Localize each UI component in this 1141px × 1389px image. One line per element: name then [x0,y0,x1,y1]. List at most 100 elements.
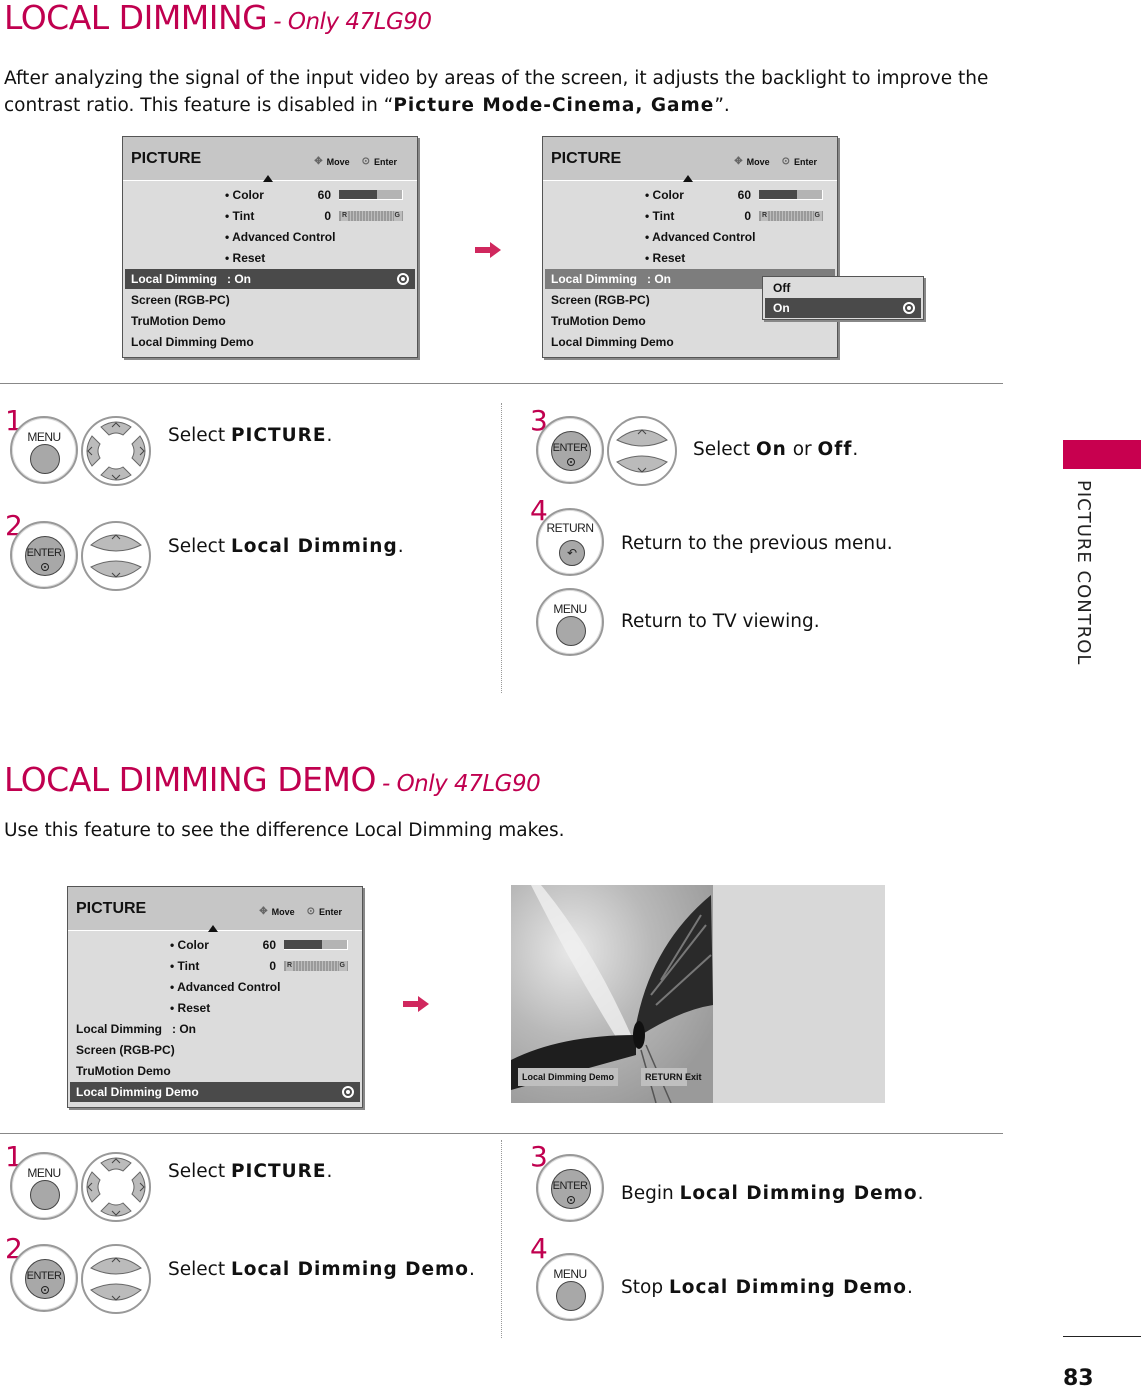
hint-move: Move [746,156,770,167]
menu-item-local-dimming-demo[interactable]: Local Dimming Demo [125,332,415,352]
enter-icon: ⊙ [306,906,315,917]
exit-label: Exit [685,1072,702,1082]
picture-menu-after: PICTURE ✥ Move ⊙ Enter • Color 60 • Tint 0 R G … [542,136,838,358]
color-level-bar[interactable] [759,190,823,200]
enter-button[interactable]: ENTER [536,416,604,484]
step-3-instruction: Select On or Off. [693,439,858,460]
button-knob [30,1180,60,1210]
menu-button[interactable]: MENU [10,1152,78,1220]
column-divider [501,1140,502,1338]
menu-item-local-dimming[interactable]: Local Dimming: On [70,1019,360,1039]
selected-radio-icon [342,1086,354,1098]
tint-balance-bar[interactable]: RG [284,961,348,971]
item-label: Screen (RGB-PC) [131,293,230,307]
menu-item-advanced-control[interactable]: • Advanced Control [70,977,360,997]
option-label: On [773,301,790,315]
step-text: . [326,425,333,446]
menu-item-tint[interactable]: • Tint 0 R G [70,956,360,976]
menu-item-trumotion-demo[interactable]: TruMotion Demo [70,1061,360,1081]
direction-pad[interactable] [81,416,151,486]
tint-value: 0 [744,209,751,223]
scroll-up-arrow-icon[interactable] [683,175,693,182]
step-bold: PICTURE [230,425,327,446]
hint-move: Move [271,906,295,917]
enter-button[interactable]: ENTER [10,1244,78,1312]
menu-button[interactable]: MENU [536,1253,604,1321]
chapter-label: PICTURE CONTROL [1073,480,1094,666]
enter-button[interactable]: ENTER [10,521,78,589]
menu-item-tint[interactable]: • Tint 0 R G [545,206,835,226]
tint-balance-bar[interactable]: RG [759,211,823,221]
menu-button[interactable]: MENU [10,416,78,484]
menu-title: PICTURE [76,900,147,917]
button-label: ENTER [26,547,62,559]
color-level-bar[interactable] [339,190,403,200]
item-value: : On [227,272,252,286]
option-off[interactable]: Off [765,278,921,298]
menu-item-screen[interactable]: Screen (RGB-PC) [125,290,415,310]
up-down-arrows-icon [616,429,668,473]
menu-item-advanced-control[interactable]: • Advanced Control [125,227,415,247]
menu-item-reset[interactable]: • Reset [545,248,835,268]
page-number: 83 [1063,1366,1094,1389]
menu-item-reset[interactable]: • Reset [70,998,360,1018]
menu-item-local-dimming-demo[interactable]: Local Dimming Demo [545,332,835,352]
item-label: • Reset [225,251,266,265]
return-key-badge[interactable]: RETURN [641,1068,687,1086]
up-down-buttons[interactable] [81,521,151,591]
step-text: . [907,1277,913,1298]
up-down-buttons[interactable] [81,1244,151,1314]
menu-item-local-dimming-demo[interactable]: Local Dimming Demo [70,1082,360,1102]
step-return-tv-instruction: Return to TV viewing. [621,611,820,632]
enter-dot-icon [41,563,49,571]
section-divider [0,383,1003,384]
step-number: 4 [530,1232,548,1265]
return-icon: ↶ [566,546,578,560]
button-label: ENTER [26,1270,62,1282]
return-button[interactable]: RETURN ↶ [536,508,604,576]
tint-green-label: G [393,211,401,221]
direction-pad[interactable] [81,1152,151,1222]
item-label: TruMotion Demo [131,314,226,328]
menu-item-color[interactable]: • Color 60 [545,185,835,205]
menu-item-reset[interactable]: • Reset [125,248,415,268]
button-label: RETURN [546,521,595,535]
menu-item-tint[interactable]: • Tint 0 R G [125,206,415,226]
menu-item-local-dimming[interactable]: Local Dimming: On [125,269,415,289]
section-title-local-dimming: LOCAL DIMMING - Only 47LG90 [4,0,432,37]
demo-step-2-instruction: Select Local Dimming Demo. [168,1259,475,1280]
intro-line-1: After analyzing the signal of the input … [4,68,989,89]
button-knob [556,1281,586,1311]
enter-dot-icon [41,1286,49,1294]
menu-title: PICTURE [551,150,622,167]
demo-step-4-instruction: Stop Local Dimming Demo. [621,1277,913,1298]
item-value: : On [647,272,672,286]
up-down-buttons[interactable] [607,416,677,486]
menu-item-color[interactable]: • Color 60 [125,185,415,205]
item-label: • Tint [170,959,200,973]
menu-item-screen[interactable]: Screen (RGB-PC) [70,1040,360,1060]
hint-enter: Enter [318,906,342,917]
menu-button[interactable]: MENU [536,588,604,656]
step-text: or [786,439,818,460]
scroll-up-arrow-icon[interactable] [208,925,218,932]
menu-item-advanced-control[interactable]: • Advanced Control [545,227,835,247]
enter-icon: ⊙ [361,156,370,167]
item-label: • Reset [645,251,686,265]
hint-move: Move [326,156,350,167]
step-1-instruction: Select PICTURE. [168,425,332,446]
scroll-up-arrow-icon[interactable] [263,175,273,182]
enter-icon: ⊙ [781,156,790,167]
title-model-note: - Only 47LG90 [381,771,541,797]
step-2-instruction: Select Local Dimming. [168,536,404,557]
option-label: Off [773,281,791,295]
menu-item-trumotion-demo[interactable]: TruMotion Demo [125,311,415,331]
tint-balance-bar[interactable]: RG [339,211,403,221]
option-on[interactable]: On [765,298,921,318]
enter-button[interactable]: ENTER [536,1154,604,1222]
tint-green-label: G [813,211,821,221]
menu-item-color[interactable]: • Color 60 [70,935,360,955]
dpad-arrows-icon [86,1157,146,1217]
color-level-bar[interactable] [284,940,348,950]
intro-text: ”. [714,95,730,116]
